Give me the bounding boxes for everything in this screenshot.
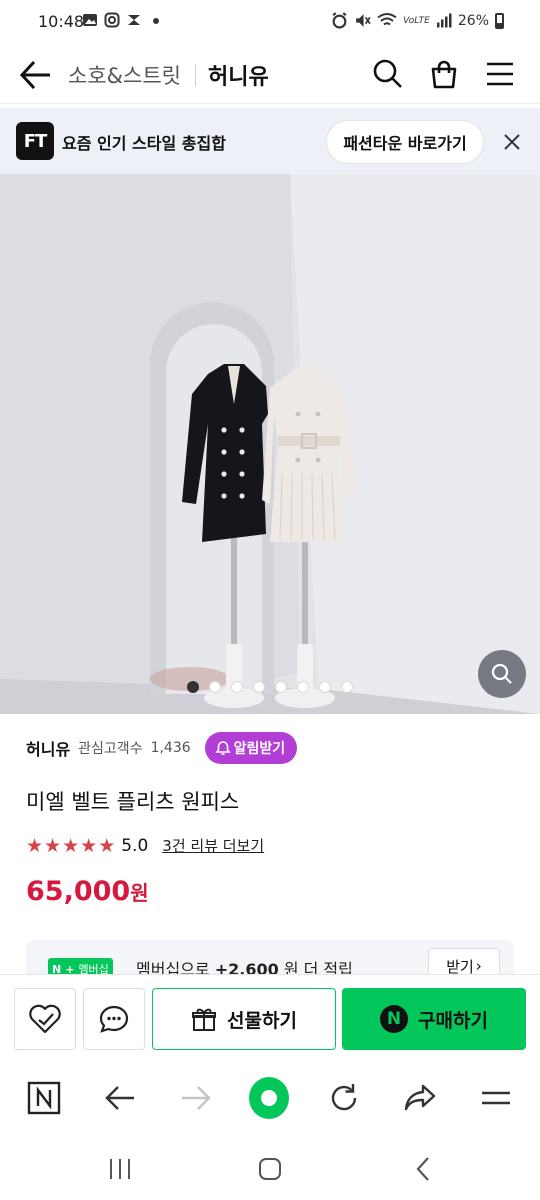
gallery-dot[interactable] (341, 681, 353, 693)
store-row: 허니유 관심고객수 1,436 알림받기 (26, 732, 298, 764)
ft-logo: FT (16, 122, 54, 160)
banner-text: 요즘 인기 스타일 총집합 (62, 134, 226, 153)
alarm-icon (332, 12, 347, 29)
banner-close-button[interactable] (502, 132, 522, 152)
back-button[interactable] (18, 58, 54, 92)
follower-count: 1,436 (150, 740, 191, 756)
home-button[interactable] (255, 1154, 285, 1184)
close-icon (504, 134, 520, 150)
system-navigation-bar (0, 1136, 540, 1200)
star-icon: ★ (62, 834, 80, 857)
gift-icon (192, 1008, 217, 1031)
share-icon (404, 1084, 436, 1111)
arrow-left-icon (105, 1086, 134, 1110)
gallery-dot[interactable] (297, 681, 309, 693)
heart-check-icon (29, 1004, 61, 1034)
search-button[interactable] (372, 58, 406, 92)
price-unit: 원 (130, 881, 149, 905)
status-bar: 10:48 VoLTE 26% (0, 0, 540, 46)
top-header: 소호&스트릿 허니유 (0, 46, 540, 104)
price-row: 65,000 원 (26, 876, 149, 907)
product-title: 미엘 벨트 플리츠 원피스 (26, 790, 240, 814)
dot-icon (153, 18, 159, 24)
gallery-dot[interactable] (253, 681, 265, 693)
product-price: 65,000 (26, 876, 131, 907)
green-dot-icon (249, 1077, 289, 1119)
gallery-pagination (0, 681, 540, 693)
review-more-link[interactable]: 3건 리뷰 더보기 (162, 835, 264, 856)
alarm-subscribe-label: 알림받기 (233, 741, 286, 757)
browser-forward-button[interactable] (176, 1078, 216, 1118)
gallery-dot[interactable] (187, 681, 199, 693)
instagram-icon (104, 12, 120, 28)
header-divider (195, 64, 196, 86)
menu-button[interactable] (484, 58, 518, 92)
gallery-dot[interactable] (209, 681, 221, 693)
bell-plus-icon (215, 741, 231, 755)
buy-button[interactable]: N 구매하기 (342, 988, 526, 1050)
rating-value: 5.0 (121, 835, 149, 856)
menu-icon (482, 1091, 510, 1105)
refresh-button[interactable] (324, 1078, 364, 1118)
shop-name-link[interactable]: 허니유 (208, 59, 269, 91)
purchase-bar: 선물하기 N 구매하기 (0, 974, 540, 1060)
gift-label: 선물하기 (227, 1009, 297, 1032)
buy-label: 구매하기 (418, 1009, 488, 1032)
share-button[interactable] (400, 1078, 440, 1118)
image-icon (83, 14, 97, 26)
gallery-dot[interactable] (275, 681, 287, 693)
gallery-dot[interactable] (231, 681, 243, 693)
status-right-icons: VoLTE 26% (331, 12, 504, 29)
recent-apps-button[interactable] (105, 1154, 135, 1184)
star-icon: ★ (44, 834, 62, 857)
star-rating: ★ ★ ★ ★ ★ (26, 836, 115, 856)
follower-label: 관심고객수 (78, 741, 143, 757)
home-icon (259, 1158, 281, 1180)
menu-icon (487, 62, 513, 86)
browser-menu-button[interactable] (476, 1078, 516, 1118)
naver-n-icon (27, 1081, 61, 1115)
status-left-icons (82, 12, 164, 28)
gift-button[interactable]: 선물하기 (152, 988, 336, 1050)
inquiry-button[interactable] (83, 988, 145, 1050)
chevron-right-icon: › (475, 957, 482, 975)
cart-button[interactable] (428, 58, 462, 92)
wifi-icon (377, 13, 397, 26)
volte-icon: VoLTE (403, 15, 430, 26)
star-icon: ★ (26, 834, 44, 857)
arrow-right-icon (182, 1086, 211, 1110)
gallery-dot[interactable] (319, 681, 331, 693)
back-arrow-icon (19, 60, 50, 90)
signal-icon (436, 13, 452, 28)
green-dot-button[interactable] (249, 1077, 289, 1119)
star-icon: ★ (98, 834, 116, 857)
naver-home-button[interactable] (24, 1078, 64, 1118)
alarm-subscribe-button[interactable]: 알림받기 (204, 732, 298, 764)
browser-toolbar (0, 1060, 540, 1136)
recent-apps-icon (110, 1159, 130, 1179)
chevron-left-icon (416, 1157, 429, 1181)
chat-bubble-icon (99, 1005, 129, 1033)
refresh-icon (331, 1084, 357, 1111)
mail-icon (128, 15, 140, 25)
store-name[interactable]: 허니유 (26, 736, 70, 760)
naver-pay-icon: N (380, 1005, 409, 1033)
fashiontown-shortcut-button[interactable]: 패션타운 바로가기 (326, 120, 484, 164)
rating-row: ★ ★ ★ ★ ★ 5.0 3건 리뷰 더보기 (26, 835, 264, 856)
browser-back-button[interactable] (100, 1078, 140, 1118)
cart-icon (431, 60, 457, 89)
search-icon (373, 59, 402, 88)
system-back-button[interactable] (408, 1154, 438, 1184)
status-time: 10:48 (38, 12, 85, 31)
product-photo (0, 174, 540, 714)
product-image-gallery[interactable] (0, 174, 540, 714)
battery-text: 26% (457, 12, 489, 29)
wishlist-button[interactable] (14, 988, 76, 1050)
battery-icon (495, 12, 504, 29)
fashiontown-banner: FT 요즘 인기 스타일 총집합 패션타운 바로가기 (0, 108, 540, 174)
star-icon: ★ (80, 834, 98, 857)
category-link[interactable]: 소호&스트릿 (68, 60, 181, 90)
mute-icon (356, 14, 371, 27)
